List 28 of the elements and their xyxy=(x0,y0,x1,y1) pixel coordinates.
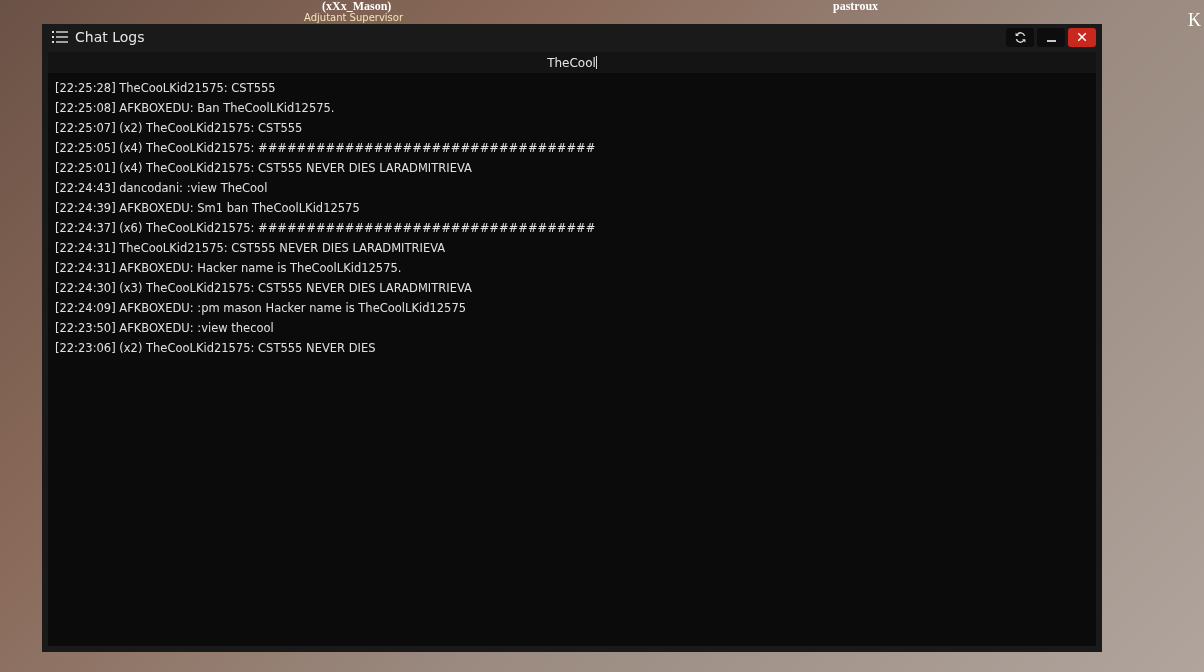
chat-log-line: [22:24:37] (x6) TheCooLKid21575: ################################### xyxy=(55,220,597,237)
player-nametag: Adjutant Supervisor xyxy=(304,12,404,23)
player-nametag: (xXx_Mason) xyxy=(322,0,392,13)
search-field[interactable]: TheCool xyxy=(48,52,1096,73)
chat-log-line: [22:23:50] AFKBOXEDU: :view thecool xyxy=(55,320,275,337)
chat-log-line: [22:24:30] (x3) TheCooLKid21575: CST555 NEVER DIES LARADMITRIEVA xyxy=(55,280,473,297)
chat-log-line: [22:25:01] (x4) TheCooLKid21575: CST555 NEVER DIES LARADMITRIEVA xyxy=(55,160,473,177)
chat-log-line: [22:25:05] (x4) TheCooLKid21575: ################################### xyxy=(55,140,597,157)
minimize-icon xyxy=(1046,40,1056,42)
search-text: TheCool xyxy=(547,55,596,70)
menu-icon[interactable] xyxy=(52,30,68,44)
chat-log-line: [22:24:09] AFKBOXEDU: :pm mason Hacker name is TheCoolLKid12575 xyxy=(55,300,468,317)
chat-log-line: [22:25:08] AFKBOXEDU: Ban TheCoolLKid12575. xyxy=(55,100,336,117)
player-nametag: pastroux xyxy=(833,0,879,13)
chat-log-line: [22:24:39] AFKBOXEDU: Sm1 ban TheCoolLKid12575 xyxy=(55,200,361,217)
chat-log-line: [22:25:07] (x2) TheCooLKid21575: CST555 xyxy=(55,120,304,137)
window-title: Chat Logs xyxy=(75,29,145,45)
minimize-button[interactable] xyxy=(1037,27,1065,47)
chat-log-line: [22:23:06] (x2) TheCooLKid21575: CST555 NEVER DIES xyxy=(55,340,377,357)
close-button[interactable] xyxy=(1068,27,1096,47)
close-icon xyxy=(1076,31,1088,43)
chat-log-line: [22:24:31] TheCooLKid21575: CST555 NEVER DIES LARADMITRIEVA xyxy=(55,240,447,257)
chat-log-line: [22:25:28] TheCooLKid21575: CST555 xyxy=(55,80,277,97)
player-nametag: K xyxy=(1188,10,1201,31)
refresh-button[interactable] xyxy=(1006,27,1034,47)
refresh-icon xyxy=(1013,30,1027,44)
chat-log-line: [22:24:31] AFKBOXEDU: Hacker name is TheCoolLKid12575. xyxy=(55,260,403,277)
chat-log-line: [22:24:43] dancodani: :view TheCool xyxy=(55,180,269,197)
